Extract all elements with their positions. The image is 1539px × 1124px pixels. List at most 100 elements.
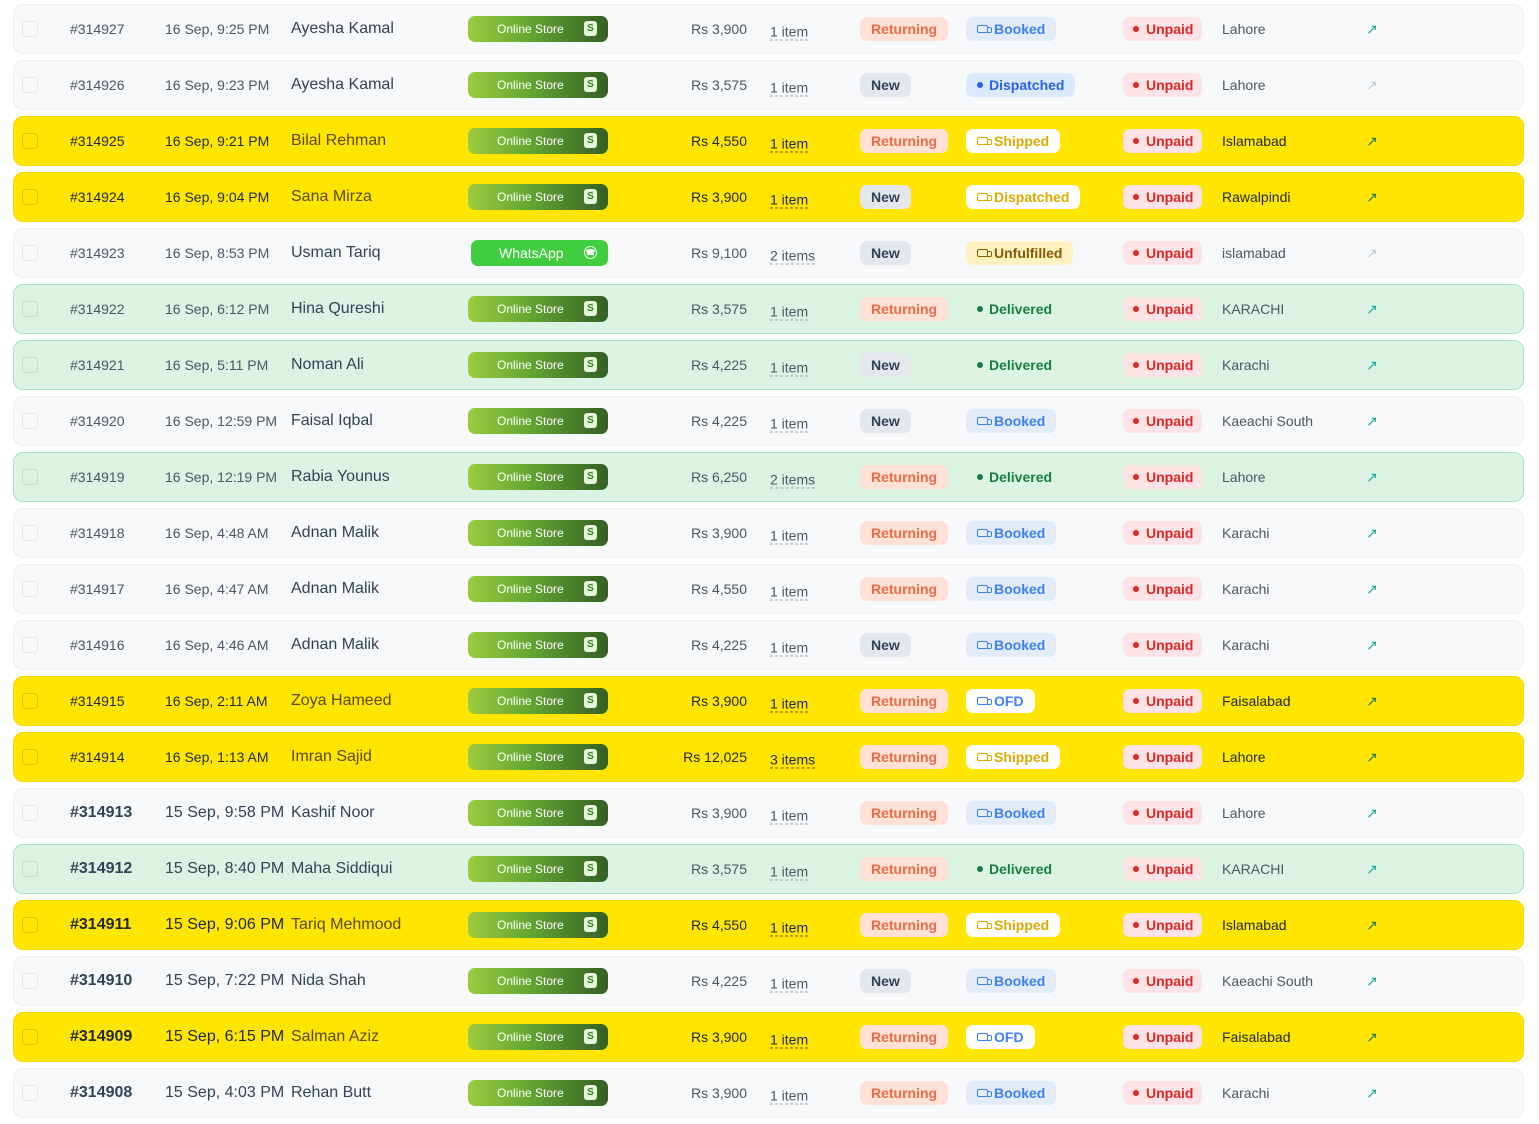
row-checkbox[interactable] xyxy=(22,469,38,485)
items-count[interactable]: 1 item xyxy=(770,528,809,545)
customer-name[interactable]: Rabia Younus xyxy=(291,468,390,486)
items-count[interactable]: 1 item xyxy=(770,920,809,937)
external-link-arrow-icon[interactable]: ↗ xyxy=(1365,582,1379,596)
customer-name[interactable]: Faisal Iqbal xyxy=(291,412,373,430)
customer-name[interactable]: Noman Ali xyxy=(291,356,364,374)
external-link-arrow-icon[interactable]: ↗ xyxy=(1365,806,1379,820)
row-checkbox[interactable] xyxy=(22,1085,38,1101)
order-id[interactable]: #314908 xyxy=(70,1084,132,1102)
items-count[interactable]: 2 items xyxy=(770,248,816,265)
customer-name[interactable]: Adnan Malik xyxy=(291,636,379,654)
customer-name[interactable]: Hina Qureshi xyxy=(291,300,384,318)
order-row[interactable]: #314908 15 Sep, 4:03 PM Rehan Butt Onlin… xyxy=(13,1068,1524,1118)
order-row[interactable]: #314917 16 Sep, 4:47 AM Adnan Malik Onli… xyxy=(13,564,1524,614)
external-link-arrow-icon[interactable]: ↗ xyxy=(1365,302,1379,316)
order-row[interactable]: #314923 16 Sep, 8:53 PM Usman Tariq What… xyxy=(13,228,1524,278)
external-link-arrow-icon[interactable]: ↗ xyxy=(1365,1086,1379,1100)
customer-name[interactable]: Adnan Malik xyxy=(291,524,379,542)
order-row[interactable]: #314911 15 Sep, 9:06 PM Tariq Mehmood On… xyxy=(13,900,1524,950)
customer-name[interactable]: Usman Tariq xyxy=(291,244,381,262)
row-checkbox[interactable] xyxy=(22,861,38,877)
order-row[interactable]: #314921 16 Sep, 5:11 PM Noman Ali Online… xyxy=(13,340,1524,390)
order-row[interactable]: #314915 16 Sep, 2:11 AM Zoya Hameed Onli… xyxy=(13,676,1524,726)
order-id[interactable]: #314914 xyxy=(70,749,125,765)
order-id[interactable]: #314926 xyxy=(70,77,125,93)
external-link-arrow-icon[interactable]: ↗ xyxy=(1365,750,1379,764)
customer-name[interactable]: Ayesha Kamal xyxy=(291,76,394,94)
external-link-arrow-icon[interactable]: ↗ xyxy=(1365,974,1379,988)
customer-name[interactable]: Ayesha Kamal xyxy=(291,20,394,38)
customer-name[interactable]: Imran Sajid xyxy=(291,748,372,766)
row-checkbox[interactable] xyxy=(22,693,38,709)
order-id[interactable]: #314915 xyxy=(70,693,125,709)
row-checkbox[interactable] xyxy=(22,581,38,597)
order-row[interactable]: #314924 16 Sep, 9:04 PM Sana Mirza Onlin… xyxy=(13,172,1524,222)
customer-name[interactable]: Nida Shah xyxy=(291,972,366,990)
row-checkbox[interactable] xyxy=(22,749,38,765)
row-checkbox[interactable] xyxy=(22,525,38,541)
items-count[interactable]: 1 item xyxy=(770,80,809,97)
order-id[interactable]: #314910 xyxy=(70,972,132,990)
items-count[interactable]: 1 item xyxy=(770,416,809,433)
items-count[interactable]: 1 item xyxy=(770,192,809,209)
customer-name[interactable]: Salman Aziz xyxy=(291,1028,379,1046)
items-count[interactable]: 2 items xyxy=(770,472,816,489)
order-id[interactable]: #314912 xyxy=(70,860,132,878)
customer-name[interactable]: Zoya Hameed xyxy=(291,692,392,710)
order-row[interactable]: #314912 15 Sep, 8:40 PM Maha Siddiqui On… xyxy=(13,844,1524,894)
row-checkbox[interactable] xyxy=(22,133,38,149)
order-id[interactable]: #314909 xyxy=(70,1028,132,1046)
external-link-arrow-icon[interactable]: ↗ xyxy=(1365,134,1379,148)
external-link-arrow-icon[interactable]: ↗ xyxy=(1365,78,1379,92)
row-checkbox[interactable] xyxy=(22,973,38,989)
external-link-arrow-icon[interactable]: ↗ xyxy=(1365,414,1379,428)
row-checkbox[interactable] xyxy=(22,189,38,205)
external-link-arrow-icon[interactable]: ↗ xyxy=(1365,358,1379,372)
customer-name[interactable]: Tariq Mehmood xyxy=(291,916,401,934)
external-link-arrow-icon[interactable]: ↗ xyxy=(1365,918,1379,932)
row-checkbox[interactable] xyxy=(22,1029,38,1045)
row-checkbox[interactable] xyxy=(22,21,38,37)
customer-name[interactable]: Sana Mirza xyxy=(291,188,372,206)
items-count[interactable]: 3 items xyxy=(770,752,816,769)
external-link-arrow-icon[interactable]: ↗ xyxy=(1365,526,1379,540)
row-checkbox[interactable] xyxy=(22,805,38,821)
order-id[interactable]: #314917 xyxy=(70,581,125,597)
items-count[interactable]: 1 item xyxy=(770,584,809,601)
items-count[interactable]: 1 item xyxy=(770,864,809,881)
items-count[interactable]: 1 item xyxy=(770,1088,809,1105)
row-checkbox[interactable] xyxy=(22,917,38,933)
order-row[interactable]: #314916 16 Sep, 4:46 AM Adnan Malik Onli… xyxy=(13,620,1524,670)
order-id[interactable]: #314925 xyxy=(70,133,125,149)
order-row[interactable]: #314922 16 Sep, 6:12 PM Hina Qureshi Onl… xyxy=(13,284,1524,334)
order-id[interactable]: #314921 xyxy=(70,357,125,373)
row-checkbox[interactable] xyxy=(22,637,38,653)
order-row[interactable]: #314910 15 Sep, 7:22 PM Nida Shah Online… xyxy=(13,956,1524,1006)
order-row[interactable]: #314926 16 Sep, 9:23 PM Ayesha Kamal Onl… xyxy=(13,60,1524,110)
customer-name[interactable]: Rehan Butt xyxy=(291,1084,371,1102)
order-row[interactable]: #314913 15 Sep, 9:58 PM Kashif Noor Onli… xyxy=(13,788,1524,838)
order-id[interactable]: #314916 xyxy=(70,637,125,653)
order-id[interactable]: #314918 xyxy=(70,525,125,541)
items-count[interactable]: 1 item xyxy=(770,808,809,825)
row-checkbox[interactable] xyxy=(22,357,38,373)
external-link-arrow-icon[interactable]: ↗ xyxy=(1365,694,1379,708)
row-checkbox[interactable] xyxy=(22,77,38,93)
items-count[interactable]: 1 item xyxy=(770,1032,809,1049)
items-count[interactable]: 1 item xyxy=(770,304,809,321)
customer-name[interactable]: Kashif Noor xyxy=(291,804,375,822)
order-row[interactable]: #314918 16 Sep, 4:48 AM Adnan Malik Onli… xyxy=(13,508,1524,558)
items-count[interactable]: 1 item xyxy=(770,640,809,657)
order-row[interactable]: #314920 16 Sep, 12:59 PM Faisal Iqbal On… xyxy=(13,396,1524,446)
external-link-arrow-icon[interactable]: ↗ xyxy=(1365,638,1379,652)
items-count[interactable]: 1 item xyxy=(770,976,809,993)
order-row[interactable]: #314925 16 Sep, 9:21 PM Bilal Rehman Onl… xyxy=(13,116,1524,166)
order-id[interactable]: #314922 xyxy=(70,301,125,317)
order-row[interactable]: #314919 16 Sep, 12:19 PM Rabia Younus On… xyxy=(13,452,1524,502)
order-row[interactable]: #314909 15 Sep, 6:15 PM Salman Aziz Onli… xyxy=(13,1012,1524,1062)
external-link-arrow-icon[interactable]: ↗ xyxy=(1365,1030,1379,1044)
items-count[interactable]: 1 item xyxy=(770,24,809,41)
external-link-arrow-icon[interactable]: ↗ xyxy=(1365,470,1379,484)
external-link-arrow-icon[interactable]: ↗ xyxy=(1365,190,1379,204)
order-row[interactable]: #314927 16 Sep, 9:25 PM Ayesha Kamal Onl… xyxy=(13,4,1524,54)
